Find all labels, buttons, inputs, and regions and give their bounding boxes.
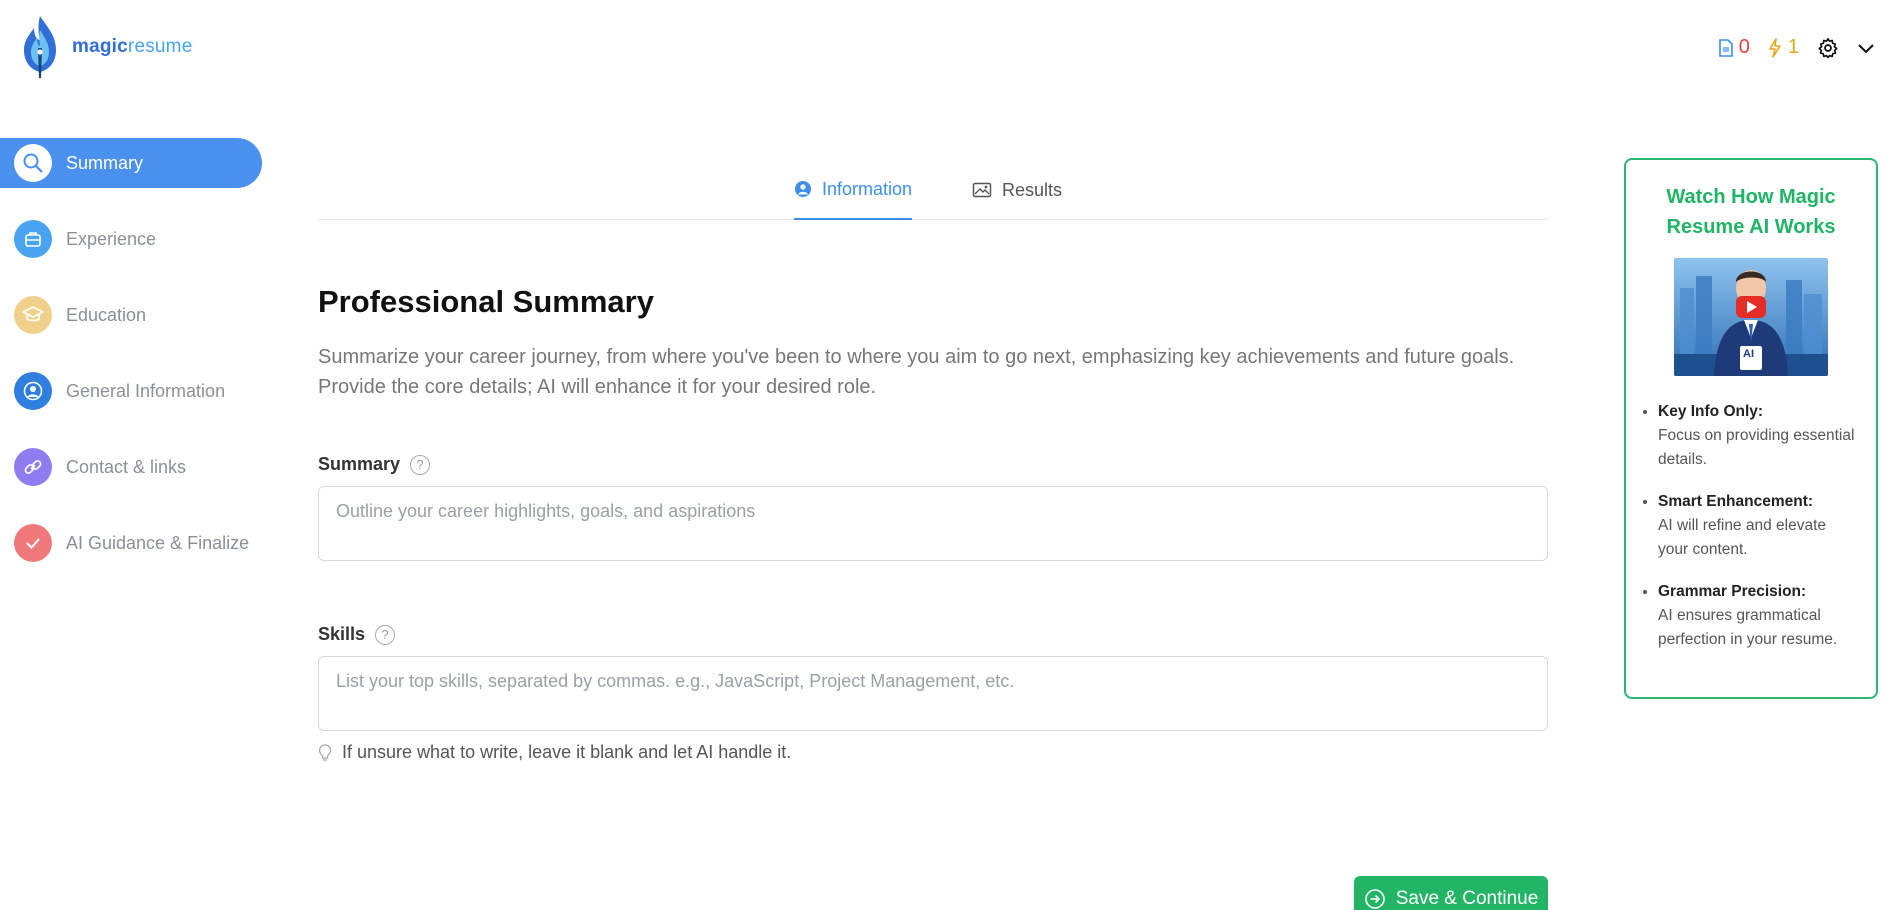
page-title: Professional Summary	[318, 284, 654, 319]
list-item: Key Info Only: Focus on providing essent…	[1658, 400, 1860, 472]
lightbulb-icon	[318, 743, 332, 761]
check-icon	[14, 524, 52, 562]
logo[interactable]: magicresume	[18, 14, 192, 80]
sidebar-item-education[interactable]: Education	[0, 290, 262, 340]
summary-input[interactable]	[319, 487, 1547, 560]
gear-icon	[1818, 37, 1838, 58]
link-icon	[14, 448, 52, 486]
summary-field-wrapper	[318, 486, 1548, 561]
list-item: Grammar Precision: AI ensures grammatica…	[1658, 580, 1860, 652]
header-toolbar: 0 1	[1718, 36, 1875, 59]
how-it-works-panel: Watch How Magic Resume AI Works AI • Key…	[1624, 158, 1878, 699]
sidebar-item-ai-guidance-finalize[interactable]: AI Guidance & Finalize	[0, 518, 262, 568]
sidebar-item-summary[interactable]: Summary	[0, 138, 262, 188]
graduation-cap-icon	[14, 296, 52, 334]
skills-field-wrapper	[318, 656, 1548, 731]
summary-label: Summary ?	[318, 454, 431, 475]
hint-text: If unsure what to write, leave it blank …	[318, 742, 791, 763]
account-menu-toggle[interactable]	[1857, 42, 1875, 54]
page-description: Summarize your career journey, from wher…	[318, 346, 1515, 398]
chevron-down-icon	[1858, 43, 1874, 53]
user-circle-icon	[14, 372, 52, 410]
sidebar-item-label: Experience	[66, 228, 157, 249]
tab-results[interactable]: Results	[972, 174, 1062, 220]
list-item: Smart Enhancement: AI will refine and el…	[1658, 490, 1860, 562]
settings-button[interactable]	[1817, 37, 1839, 59]
skills-label: Skills ?	[318, 624, 396, 645]
sidebar-item-experience[interactable]: Experience	[0, 214, 262, 264]
tab-label: Results	[1002, 179, 1063, 200]
user-circle-icon	[795, 181, 811, 197]
document-icon	[1718, 38, 1733, 57]
sidebar-item-general-information[interactable]: General Information	[0, 366, 262, 416]
sidebar-item-label: Summary	[66, 152, 144, 173]
sidebar-item-contact-links[interactable]: Contact & links	[0, 442, 262, 492]
documents-counter[interactable]: 0	[1718, 36, 1750, 59]
save-continue-button[interactable]: Save & Continue	[1354, 876, 1548, 910]
help-icon[interactable]: ?	[410, 454, 431, 475]
sidebar-item-label: Education	[66, 304, 147, 325]
sidebar-item-label: Contact & links	[66, 456, 187, 477]
briefcase-icon	[14, 220, 52, 258]
brand-name: magicresume	[72, 36, 193, 57]
tab-information[interactable]: Information	[794, 174, 913, 220]
sidebar-item-label: AI Guidance & Finalize	[66, 532, 250, 553]
search-icon	[14, 144, 52, 182]
image-icon	[972, 182, 992, 198]
sidebar-nav: Summary Experience Education General Inf…	[0, 138, 262, 594]
tips-list: Key Info Only: Focus on providing essent…	[1642, 400, 1860, 652]
tab-bar: Information Results	[318, 164, 1548, 220]
tab-label: Information	[822, 178, 913, 199]
flame-pen-logo-icon	[24, 16, 56, 78]
help-icon[interactable]: ?	[375, 624, 396, 645]
skills-input[interactable]	[319, 657, 1547, 730]
lightning-icon	[1769, 37, 1781, 58]
arrow-right-circle-icon	[1364, 889, 1385, 909]
ai-badge-label: AI	[1743, 348, 1754, 360]
credits-counter[interactable]: 1	[1768, 36, 1799, 59]
video-thumbnail[interactable]: AI	[1674, 258, 1828, 376]
sidebar-item-label: General Information	[66, 380, 226, 401]
documents-count: 0	[1738, 36, 1750, 58]
credits-count: 1	[1787, 36, 1799, 58]
panel-title: Watch How Magic Resume AI Works	[1666, 186, 1836, 238]
